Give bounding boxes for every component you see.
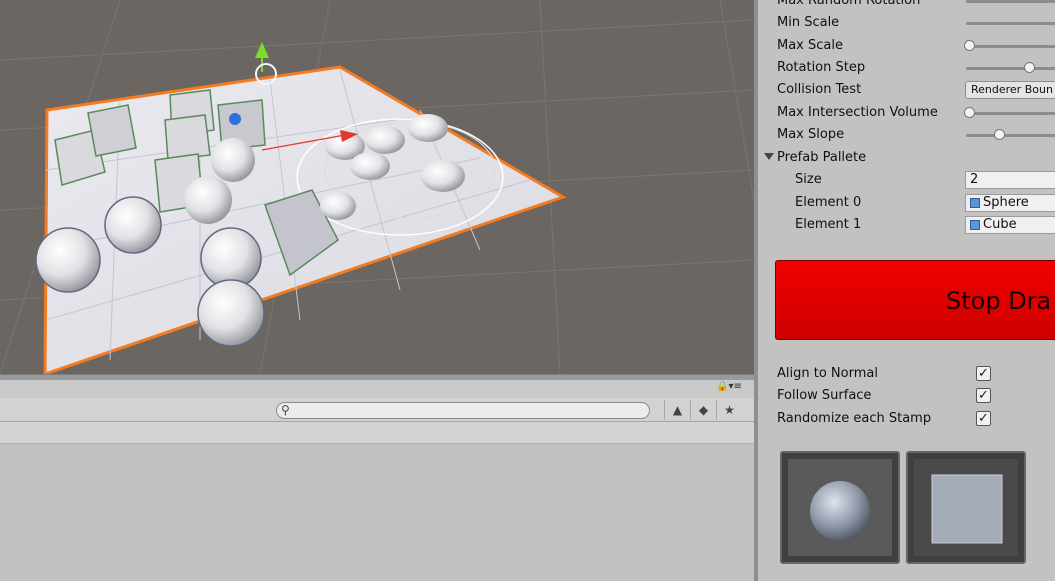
gizmo-y-cone[interactable] xyxy=(255,42,269,58)
sphere-preview xyxy=(788,459,892,556)
filter-by-label-icon[interactable]: ◆ xyxy=(690,400,716,420)
max-random-rotation-label: Max Random Rotation xyxy=(777,0,921,8)
size-row: Size 2 xyxy=(758,169,1055,191)
follow-surface-label: Follow Surface xyxy=(777,388,872,403)
follow-surface-checkbox[interactable]: ✓ xyxy=(976,388,991,403)
prefab-icon xyxy=(970,198,980,208)
align-to-normal-label: Align to Normal xyxy=(777,366,878,381)
randomize-each-stamp-label: Randomize each Stamp xyxy=(777,411,932,426)
cube-preview-icon xyxy=(931,474,1003,544)
max-intersection-volume-slider[interactable] xyxy=(966,112,1055,115)
element-1-object-field[interactable]: Cube xyxy=(965,216,1055,234)
collision-test-dropdown[interactable]: Renderer Boun xyxy=(965,81,1055,99)
lock-menu-icon[interactable]: 🔒▾≡ xyxy=(716,381,750,395)
element-0-object-field[interactable]: Sphere xyxy=(965,194,1055,212)
prefab-pallete-foldout[interactable]: Prefab Pallete xyxy=(758,147,1055,169)
min-scale-label: Min Scale xyxy=(777,15,840,30)
max-random-rotation-slider[interactable] xyxy=(966,0,1055,3)
search-icon: ⚲ xyxy=(281,403,290,417)
align-to-normal-row: Align to Normal ✓ xyxy=(758,363,1055,385)
collision-test-label: Collision Test xyxy=(777,82,862,97)
max-intersection-volume-label: Max Intersection Volume xyxy=(777,105,938,120)
element-0-row: Element 0 Sphere xyxy=(758,192,1055,214)
randomize-each-stamp-row: Randomize each Stamp ✓ xyxy=(758,408,1055,430)
stop-drawing-label: Stop Dra xyxy=(946,287,1052,315)
project-panel-header xyxy=(0,380,754,398)
favorites-icon[interactable]: ★ xyxy=(716,400,742,420)
stop-drawing-button[interactable]: Stop Dra xyxy=(775,260,1055,340)
align-to-normal-checkbox[interactable]: ✓ xyxy=(976,366,991,381)
scene-canvas[interactable] xyxy=(0,0,754,374)
rotation-step-slider-thumb[interactable] xyxy=(1024,62,1035,73)
element-1-label: Element 1 xyxy=(795,217,862,232)
element-1-row: Element 1 Cube xyxy=(758,214,1055,236)
rotation-step-row: Rotation Step xyxy=(758,57,1055,79)
max-slope-slider[interactable] xyxy=(966,134,1055,137)
project-list-area[interactable] xyxy=(0,444,754,581)
max-scale-row: Max Scale xyxy=(758,35,1055,57)
rotation-step-slider[interactable] xyxy=(966,67,1055,70)
max-scale-slider-thumb[interactable] xyxy=(964,40,975,51)
cube-preview xyxy=(914,459,1018,556)
filter-by-type-icon[interactable]: ▲ xyxy=(664,400,690,420)
element-0-label: Element 0 xyxy=(795,195,862,210)
min-scale-row: Min Scale xyxy=(758,12,1055,34)
rotation-step-label: Rotation Step xyxy=(777,60,866,75)
cube-preview-tile[interactable] xyxy=(906,451,1026,564)
max-scale-slider[interactable] xyxy=(966,45,1055,48)
max-intersection-volume-slider-thumb[interactable] xyxy=(964,107,975,118)
element-0-value: Sphere xyxy=(983,195,1029,210)
foldout-arrow-icon[interactable] xyxy=(764,153,774,160)
sphere-preview-icon xyxy=(810,481,870,541)
inspector-panel: Max Random Rotation Min Scale Max Scale … xyxy=(758,0,1055,581)
collision-test-row: Collision Test Renderer Boun xyxy=(758,79,1055,101)
follow-surface-row: Follow Surface ✓ xyxy=(758,385,1055,407)
project-list-row[interactable] xyxy=(0,422,754,444)
max-random-rotation-row: Max Random Rotation xyxy=(758,0,1055,12)
max-slope-slider-thumb[interactable] xyxy=(994,129,1005,140)
min-scale-slider[interactable] xyxy=(966,22,1055,25)
scene-view[interactable] xyxy=(0,0,754,374)
sphere-preview-tile[interactable] xyxy=(780,451,900,564)
size-label: Size xyxy=(795,172,822,187)
max-intersection-volume-row: Max Intersection Volume xyxy=(758,102,1055,124)
max-slope-row: Max Slope xyxy=(758,124,1055,146)
gizmo-z-handle[interactable] xyxy=(229,113,241,125)
max-scale-label: Max Scale xyxy=(777,38,843,53)
element-1-value: Cube xyxy=(983,217,1017,232)
max-slope-label: Max Slope xyxy=(777,127,845,142)
prefab-icon xyxy=(970,220,980,230)
prefab-pallete-label: Prefab Pallete xyxy=(777,150,867,165)
size-input[interactable]: 2 xyxy=(965,171,1055,189)
randomize-each-stamp-checkbox[interactable]: ✓ xyxy=(976,411,991,426)
search-input[interactable] xyxy=(276,402,650,419)
